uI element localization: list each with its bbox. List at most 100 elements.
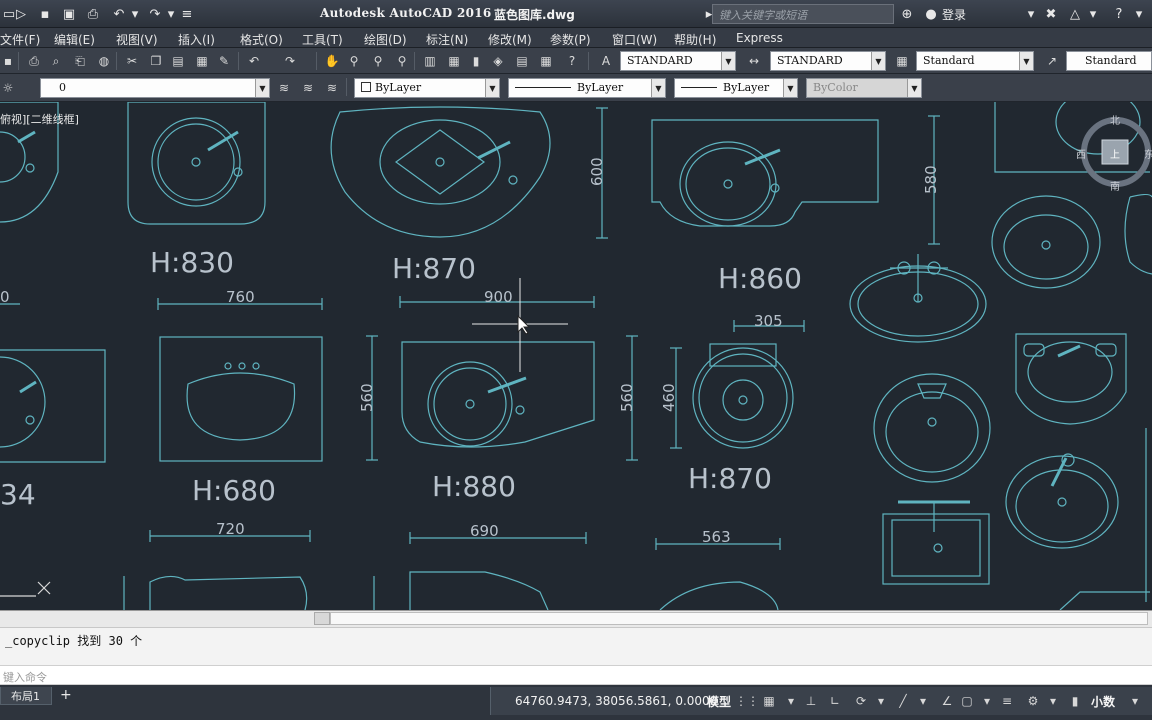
undo-icon[interactable]: ↶ (246, 53, 262, 69)
isodraft-icon[interactable]: ╱ (895, 693, 911, 709)
menu-window[interactable]: 窗口(W) (612, 31, 657, 48)
menu-format[interactable]: 格式(O) (240, 31, 283, 48)
table-style-select[interactable]: Standard ▼ (916, 51, 1034, 71)
menu-edit[interactable]: 编辑(E) (54, 31, 95, 48)
horizontal-scrollbar[interactable] (0, 610, 1152, 627)
annotation-settings-icon[interactable]: ⚙ (1025, 693, 1041, 709)
quick-properties-icon[interactable]: ▮ (1067, 693, 1083, 709)
redo-icon[interactable]: ↷ (282, 53, 298, 69)
ortho-icon[interactable]: ∟ (827, 693, 843, 709)
layer-previous-icon[interactable]: ≋ (300, 80, 316, 96)
settings-dropdown-icon[interactable]: ▾ (1045, 693, 1061, 709)
tool-palettes-icon[interactable]: ▮ (468, 53, 484, 69)
save-icon[interactable]: ▪ (0, 53, 16, 69)
help-search-input[interactable]: 键入关键字或短语 (712, 4, 894, 24)
text-style-select[interactable]: STANDARD ▼ (620, 51, 736, 71)
block-editor-icon[interactable]: ✎ (216, 53, 232, 69)
compass-north[interactable]: 北 (1110, 112, 1120, 127)
units-dropdown-icon[interactable]: ▾ (1127, 693, 1143, 709)
viewport-controls-label[interactable]: 俯视][二维线框] (0, 111, 79, 127)
multileader-style-icon[interactable]: ↗ (1044, 53, 1060, 69)
menu-file[interactable]: 文件(F) (0, 31, 40, 48)
menu-draw[interactable]: 绘图(D) (364, 31, 407, 48)
help-icon[interactable]: ? (564, 53, 580, 69)
plot-preview-icon[interactable]: ⌕ (48, 53, 64, 69)
drawing-canvas[interactable]: H:830 H:870 H:860 H:680 H:880 H:870 34 7… (0, 102, 1152, 610)
zoom-previous-icon[interactable]: ⚲ (394, 53, 410, 69)
a360-dropdown-icon[interactable]: ▾ (1084, 5, 1102, 23)
menu-parametric[interactable]: 参数(P) (550, 31, 591, 48)
dimension-style-select[interactable]: STANDARD ▼ (770, 51, 886, 71)
menu-help[interactable]: 帮助(H) (674, 31, 716, 48)
linetype-select[interactable]: ByLayer ▼ (508, 78, 666, 98)
properties-icon[interactable]: ▥ (422, 53, 438, 69)
model-space-button[interactable]: 模型 (707, 693, 731, 710)
cut-icon[interactable]: ✂ (124, 53, 140, 69)
menu-insert[interactable]: 插入(I) (178, 31, 215, 48)
units-button[interactable]: 小数 (1091, 693, 1115, 710)
customize-qat-icon[interactable]: ≡ (178, 5, 196, 23)
snap-dropdown-icon[interactable]: ▾ (783, 693, 799, 709)
menu-dimension[interactable]: 标注(N) (426, 31, 468, 48)
sheet-set-icon[interactable]: ◈ (490, 53, 506, 69)
compass-west[interactable]: 西 (1076, 146, 1086, 161)
table-style-icon[interactable]: ▦ (894, 53, 910, 69)
user-icon[interactable]: ● (922, 5, 940, 23)
publish-icon[interactable]: ⎗ (72, 53, 88, 69)
layer-select[interactable]: 0 ▼ (40, 78, 270, 98)
scroll-thumb[interactable] (330, 612, 1148, 625)
menu-view[interactable]: 视图(V) (116, 31, 158, 48)
3d-dwf-icon[interactable]: ◍ (96, 53, 112, 69)
help-dropdown-icon[interactable]: ▾ (1130, 5, 1148, 23)
coordinates-readout[interactable]: 64760.9473, 38056.5861, 0.0000 (515, 694, 717, 708)
layer-properties-icon[interactable]: ≋ (324, 80, 340, 96)
calculator-icon[interactable]: ▦ (538, 53, 554, 69)
lineweight-icon[interactable]: ≡ (999, 693, 1015, 709)
save-icon[interactable]: ▪ (36, 5, 54, 23)
menu-tools[interactable]: 工具(T) (302, 31, 343, 48)
undo-dropdown-icon[interactable]: ▾ (126, 5, 144, 23)
plot-icon[interactable]: ⎙ (84, 5, 102, 23)
lineweight-select[interactable]: ByLayer ▼ (674, 78, 798, 98)
paste-icon[interactable]: ▤ (170, 53, 186, 69)
copy-icon[interactable]: ❐ (148, 53, 164, 69)
object-snap-dropdown-icon[interactable]: ▾ (979, 693, 995, 709)
open-file-icon[interactable]: ▷ (12, 5, 30, 23)
multileader-style-select[interactable]: Standard (1066, 51, 1152, 71)
add-layout-button[interactable]: + (60, 687, 72, 703)
snap-icon[interactable]: ▦ (761, 693, 777, 709)
menu-express[interactable]: Express (736, 31, 783, 45)
object-snap-tracking-icon[interactable]: ∠ (939, 693, 955, 709)
object-snap-icon[interactable]: ▢ (959, 693, 975, 709)
login-dropdown-icon[interactable]: ▾ (1022, 5, 1040, 23)
menu-modify[interactable]: 修改(M) (488, 31, 532, 48)
markup-icon[interactable]: ▤ (514, 53, 530, 69)
compass-south[interactable]: 南 (1110, 178, 1120, 193)
polar-tracking-icon[interactable]: ⟳ (853, 693, 869, 709)
binoculars-icon[interactable]: ⊕ (898, 5, 916, 23)
pan-icon[interactable]: ✋ (324, 53, 340, 69)
dimension-style-icon[interactable]: ↔ (746, 53, 762, 69)
login-button[interactable]: 登录 (942, 6, 966, 23)
layer-state-icons[interactable]: ☼ (0, 80, 16, 96)
plot-icon[interactable]: ⎙ (26, 53, 42, 69)
help-icon[interactable]: ? (1110, 5, 1128, 23)
command-input[interactable]: 键入命令 (0, 665, 1152, 685)
exchange-apps-icon[interactable]: ✖ (1042, 5, 1060, 23)
viewcube[interactable]: 北 南 西 东 上 (1072, 110, 1152, 193)
zoom-realtime-icon[interactable]: ⚲ (346, 53, 362, 69)
make-current-layer-icon[interactable]: ≋ (276, 80, 292, 96)
tab-layout1[interactable]: 布局1 (0, 687, 52, 705)
a360-icon[interactable]: △ (1066, 5, 1084, 23)
grid-icon[interactable]: ⋮⋮ (735, 693, 759, 709)
design-center-icon[interactable]: ▦ (446, 53, 462, 69)
dynamic-input-icon[interactable]: ⊥ (803, 693, 819, 709)
color-select[interactable]: ByLayer ▼ (354, 78, 500, 98)
scroll-left-button[interactable] (314, 612, 330, 625)
polar-dropdown-icon[interactable]: ▾ (873, 693, 889, 709)
zoom-window-icon[interactable]: ⚲ (370, 53, 386, 69)
save-as-icon[interactable]: ▣ (60, 5, 78, 23)
isodraft-dropdown-icon[interactable]: ▾ (915, 693, 931, 709)
viewcube-top-face[interactable]: 上 (1110, 146, 1120, 161)
text-style-icon[interactable]: A (598, 53, 614, 69)
